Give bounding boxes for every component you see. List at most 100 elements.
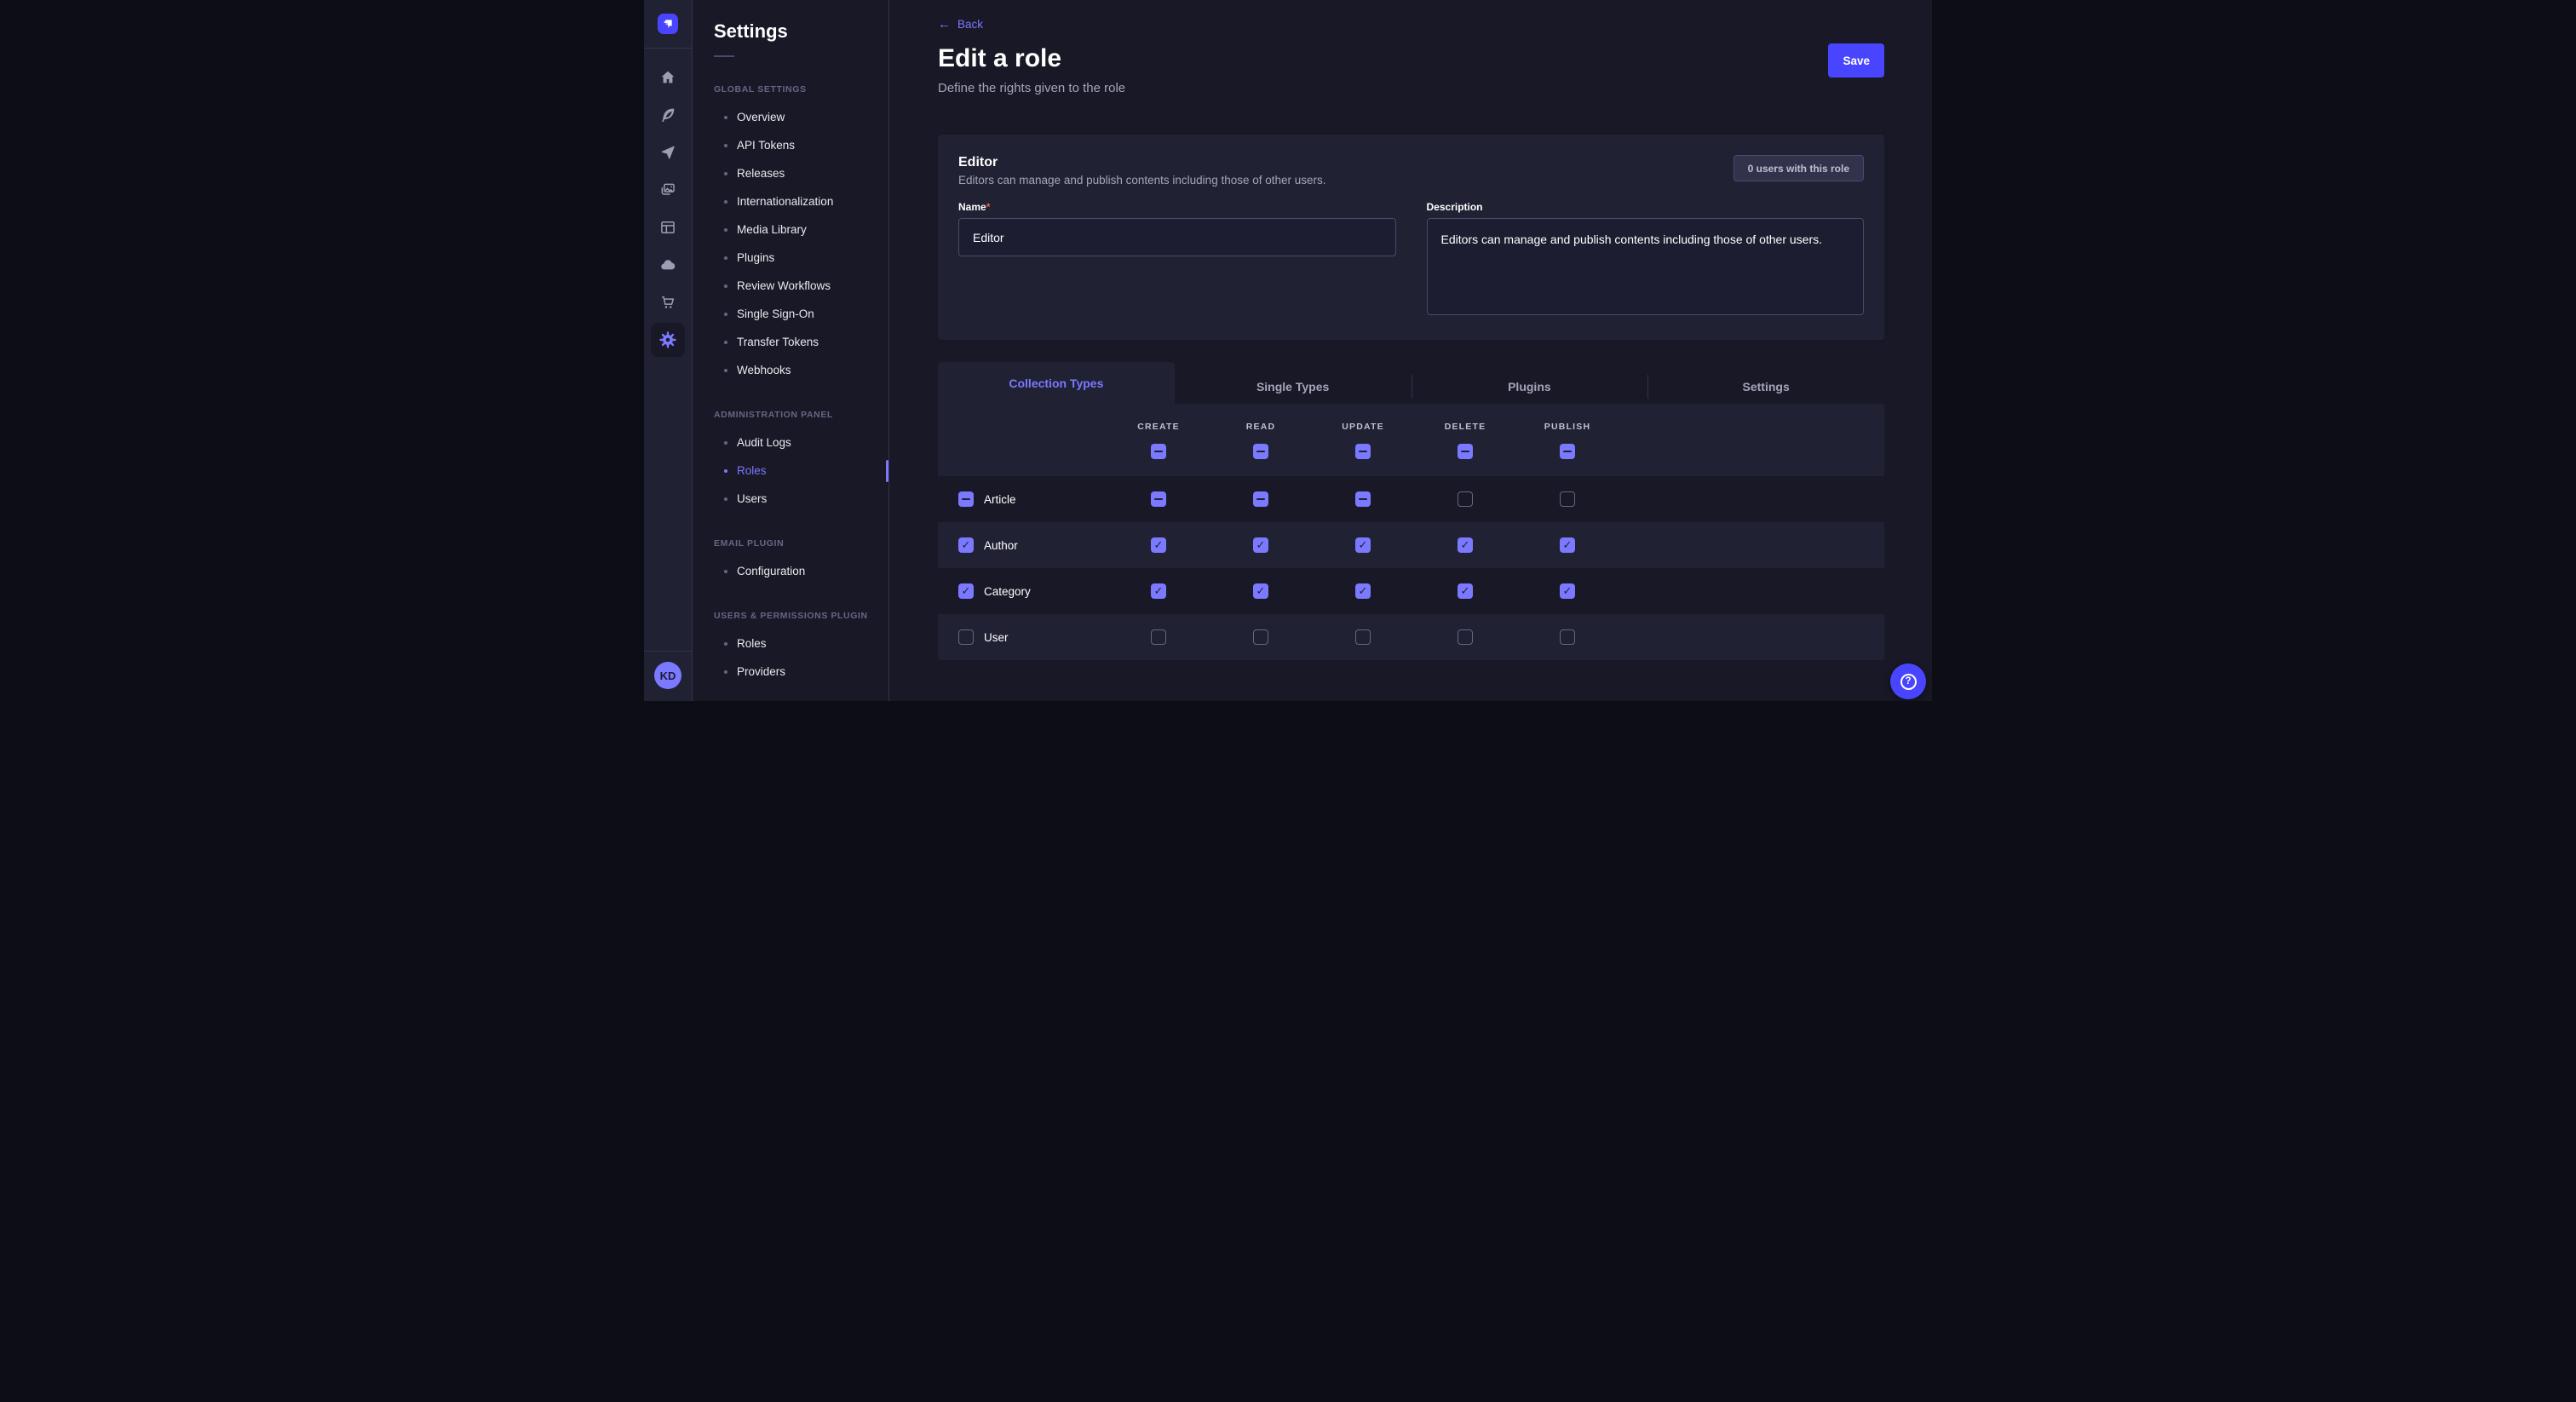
- cart-icon[interactable]: [651, 285, 685, 319]
- sidebar-item-users[interactable]: Users: [693, 485, 888, 513]
- perm-cell-update: [1312, 537, 1414, 553]
- checkbox-indeterminate[interactable]: [1560, 444, 1575, 459]
- checkbox-unchecked[interactable]: [1560, 491, 1575, 507]
- checkbox-indeterminate[interactable]: [1253, 491, 1268, 507]
- checkbox-indeterminate[interactable]: [1151, 444, 1166, 459]
- row-label: Article: [984, 493, 1016, 506]
- header-checkbox-cell-create: [1107, 444, 1210, 459]
- tab-plugins[interactable]: Plugins: [1412, 370, 1648, 404]
- sidebar-item-review-workflows[interactable]: Review Workflows: [693, 272, 888, 300]
- subnav-section-label: ADMINISTRATION PANEL: [714, 410, 888, 420]
- gear-icon[interactable]: [651, 323, 685, 357]
- checkbox-checked[interactable]: [1355, 537, 1371, 553]
- feather-icon[interactable]: [651, 98, 685, 132]
- checkbox-indeterminate[interactable]: [1458, 444, 1473, 459]
- checkbox-unchecked[interactable]: [1560, 629, 1575, 645]
- checkbox-indeterminate[interactable]: [958, 491, 974, 507]
- cloud-icon[interactable]: [651, 248, 685, 282]
- description-textarea[interactable]: Editors can manage and publish contents …: [1427, 218, 1865, 315]
- user-avatar[interactable]: KD: [654, 662, 681, 689]
- column-label-publish: PUBLISH: [1516, 422, 1619, 432]
- checkbox-unchecked[interactable]: [1151, 629, 1166, 645]
- row-name-cell: Author: [958, 537, 1107, 553]
- header-checkbox-cell-publish: [1516, 444, 1619, 459]
- permissions-section: Collection TypesSingle TypesPluginsSetti…: [938, 362, 1884, 660]
- checkbox-checked[interactable]: [958, 583, 974, 599]
- checkbox-checked[interactable]: [1560, 537, 1575, 553]
- help-button[interactable]: ?: [1890, 664, 1926, 699]
- name-field-label: Name*: [958, 201, 1396, 213]
- sidebar-item-audit-logs[interactable]: Audit Logs: [693, 428, 888, 457]
- role-details-card: Editor Editors can manage and publish co…: [938, 135, 1884, 340]
- sidebar-item-media-library[interactable]: Media Library: [693, 215, 888, 244]
- save-button[interactable]: Save: [1828, 43, 1884, 78]
- permissions-rows: ArticleAuthorCategoryUser: [938, 476, 1884, 660]
- role-card-head: Editor Editors can manage and publish co…: [958, 155, 1864, 187]
- checkbox-checked[interactable]: [958, 537, 974, 553]
- sidebar-item-plugins[interactable]: Plugins: [693, 244, 888, 272]
- perm-cell-create: [1107, 583, 1210, 599]
- perm-cell-create: [1107, 629, 1210, 645]
- sidebar-item-label: Releases: [737, 167, 785, 180]
- sidebar-item-transfer-tokens[interactable]: Transfer Tokens: [693, 328, 888, 356]
- home-icon[interactable]: [651, 60, 685, 95]
- sidebar-item-api-tokens[interactable]: API Tokens: [693, 131, 888, 159]
- sidebar-item-overview[interactable]: Overview: [693, 103, 888, 131]
- tab-settings[interactable]: Settings: [1647, 370, 1884, 404]
- strapi-logo-icon[interactable]: [658, 14, 678, 34]
- permissions-tabs: Collection TypesSingle TypesPluginsSetti…: [938, 362, 1884, 404]
- bullet-icon: [724, 200, 727, 204]
- main-content: ← Back Edit a role Define the rights giv…: [889, 0, 1932, 701]
- sidebar-item-label: Transfer Tokens: [737, 336, 819, 348]
- layout-icon[interactable]: [651, 210, 685, 244]
- sidebar-item-webhooks[interactable]: Webhooks: [693, 356, 888, 384]
- checkbox-indeterminate[interactable]: [1151, 491, 1166, 507]
- checkbox-indeterminate[interactable]: [1355, 491, 1371, 507]
- checkbox-checked[interactable]: [1560, 583, 1575, 599]
- subnav-title: Settings: [714, 20, 888, 43]
- bullet-icon: [724, 497, 727, 501]
- sidebar-item-providers[interactable]: Providers: [693, 658, 888, 686]
- checkbox-unchecked[interactable]: [1253, 629, 1268, 645]
- permissions-header: CREATEREADUPDATEDELETEPUBLISH: [938, 404, 1884, 476]
- sidebar-item-roles[interactable]: Roles: [693, 457, 888, 485]
- bullet-icon: [724, 228, 727, 232]
- sidebar-item-internationalization[interactable]: Internationalization: [693, 187, 888, 215]
- checkbox-indeterminate[interactable]: [1355, 444, 1371, 459]
- checkbox-unchecked[interactable]: [1458, 629, 1473, 645]
- checkbox-unchecked[interactable]: [1355, 629, 1371, 645]
- sidebar-item-single-sign-on[interactable]: Single Sign-On: [693, 300, 888, 328]
- sidebar-item-configuration[interactable]: Configuration: [693, 557, 888, 585]
- tab-single-types[interactable]: Single Types: [1175, 370, 1412, 404]
- back-link[interactable]: ← Back: [938, 18, 983, 31]
- subnav-section-label: EMAIL PLUGIN: [714, 538, 888, 549]
- checkbox-checked[interactable]: [1253, 537, 1268, 553]
- bullet-icon: [724, 670, 727, 674]
- checkbox-indeterminate[interactable]: [1253, 444, 1268, 459]
- sidebar-item-releases[interactable]: Releases: [693, 159, 888, 187]
- perm-cell-delete: [1414, 629, 1516, 645]
- users-with-role-badge[interactable]: 0 users with this role: [1734, 155, 1864, 181]
- checkbox-checked[interactable]: [1458, 583, 1473, 599]
- checkbox-checked[interactable]: [1458, 537, 1473, 553]
- media-library-icon[interactable]: [651, 173, 685, 207]
- name-input[interactable]: [958, 218, 1396, 256]
- checkbox-checked[interactable]: [1355, 583, 1371, 599]
- checkbox-checked[interactable]: [1151, 537, 1166, 553]
- checkbox-checked[interactable]: [1151, 583, 1166, 599]
- sidebar-item-roles[interactable]: Roles: [693, 629, 888, 658]
- bullet-icon: [724, 369, 727, 372]
- sidebar-item-label: Single Sign-On: [737, 307, 814, 320]
- sidebar-item-label: Media Library: [737, 223, 807, 236]
- tab-collection-types[interactable]: Collection Types: [938, 362, 1175, 404]
- checkbox-checked[interactable]: [1253, 583, 1268, 599]
- header-checkbox-cell-delete: [1414, 444, 1516, 459]
- perm-cell-delete: [1414, 537, 1516, 553]
- bullet-icon: [724, 172, 727, 175]
- checkbox-unchecked[interactable]: [958, 629, 974, 645]
- subnav-section-label: GLOBAL SETTINGS: [714, 84, 888, 95]
- paper-plane-icon[interactable]: [651, 135, 685, 170]
- checkbox-unchecked[interactable]: [1458, 491, 1473, 507]
- header-checkbox-cell-update: [1312, 444, 1414, 459]
- bullet-icon: [724, 144, 727, 147]
